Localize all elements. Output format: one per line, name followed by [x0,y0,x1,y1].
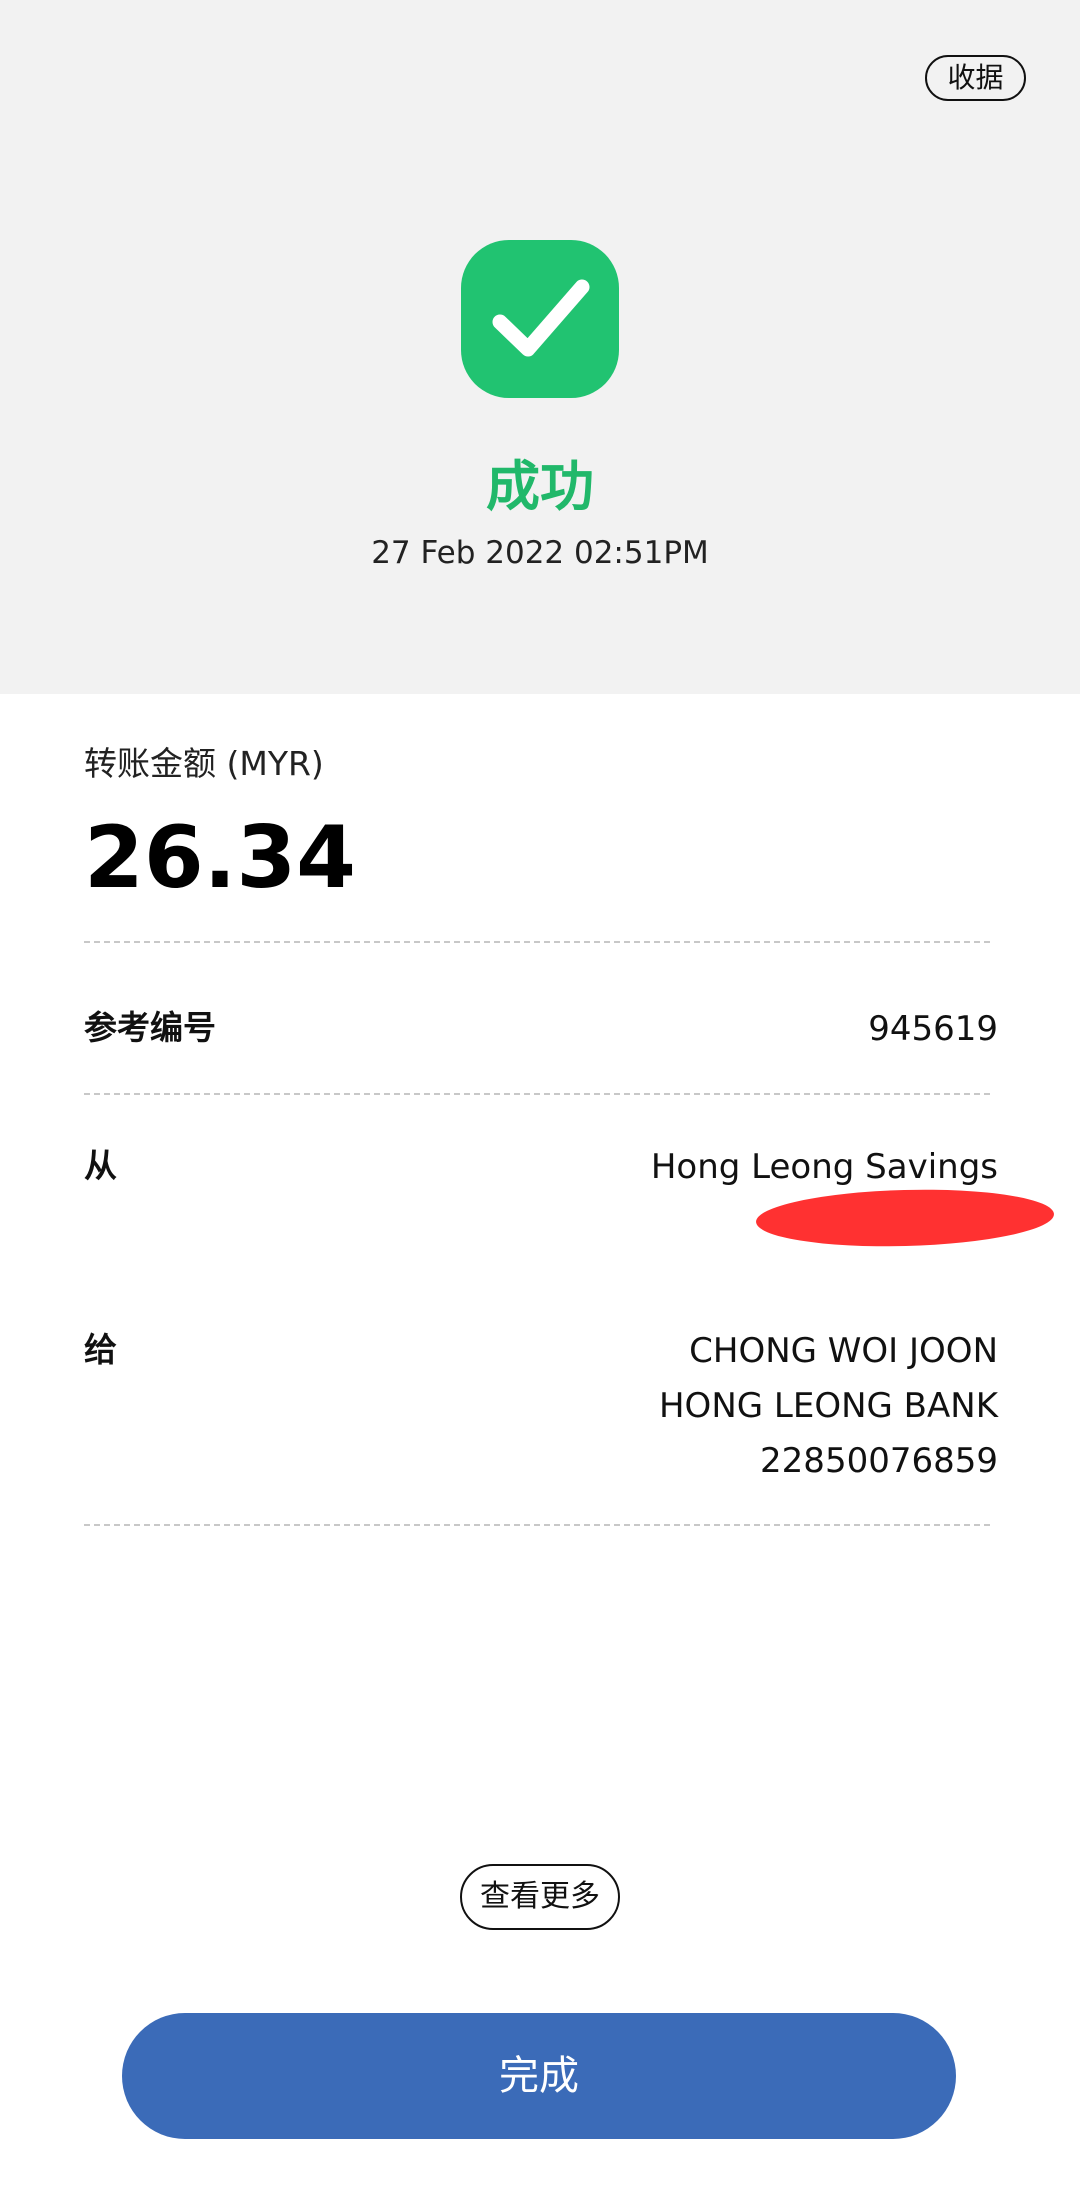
to-account-number: 22850076859 [760,1441,998,1481]
to-label: 给 [84,1330,117,1369]
reference-label: 参考编号 [84,1008,216,1047]
status-header: 收据 成功 27 Feb 2022 02:51PM [0,0,1080,694]
from-account-name: Hong Leong Savings [650,1147,998,1187]
check-mark [492,279,590,357]
receipt-button[interactable]: 收据 [925,55,1026,101]
done-button[interactable]: 完成 [122,2013,956,2139]
check-icon [461,240,619,398]
to-bank-name: HONG LEONG BANK [658,1386,998,1426]
status-text: 成功 [486,455,594,518]
redaction-mark [755,1186,1055,1250]
amount-label: 转账金额 (MYR) [84,744,324,783]
amount-value: 26.34 [84,808,357,908]
reference-value: 945619 [868,1009,998,1049]
view-more-button[interactable]: 查看更多 [460,1864,620,1930]
to-recipient-name: CHONG WOI JOON [689,1331,998,1371]
transaction-datetime: 27 Feb 2022 02:51PM [371,535,709,571]
divider [84,1093,990,1095]
divider [84,1524,990,1526]
divider [84,941,990,943]
from-label: 从 [84,1146,117,1185]
